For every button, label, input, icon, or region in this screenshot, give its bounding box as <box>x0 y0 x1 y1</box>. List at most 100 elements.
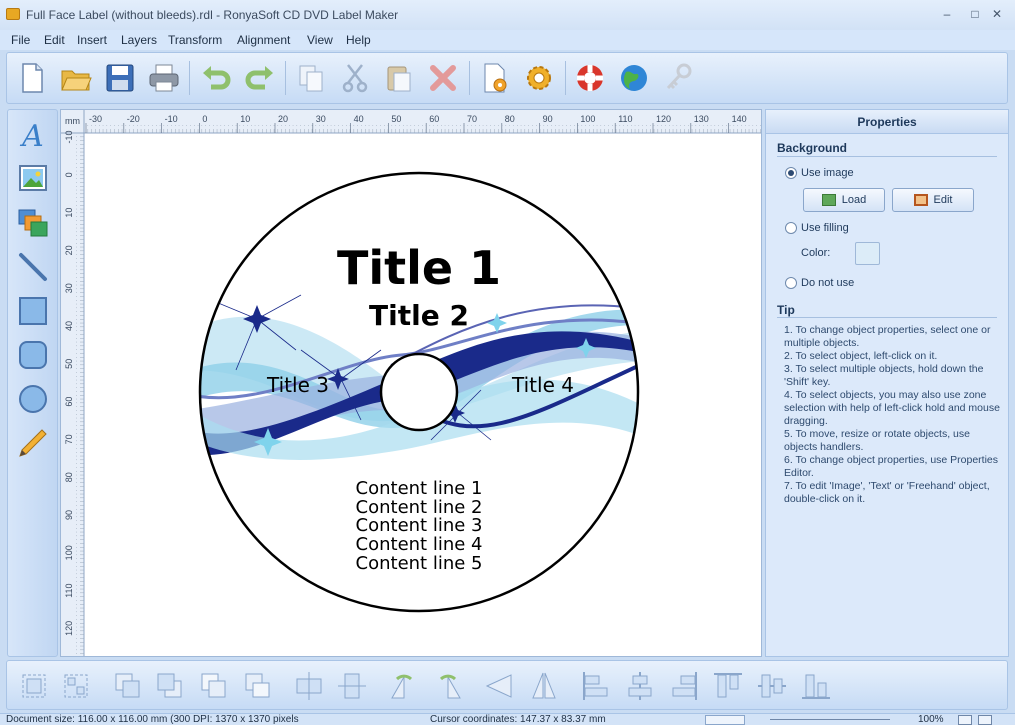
ruler-tick-label: 10 <box>240 114 250 124</box>
bring-forward-icon[interactable] <box>197 669 231 703</box>
menu-bar: File Edit Insert Layers Transform Alignm… <box>0 30 1015 50</box>
ruler-tick-label: 60 <box>64 397 74 407</box>
copy-icon[interactable] <box>294 61 328 95</box>
page-settings-icon[interactable] <box>478 61 512 95</box>
label-title-3[interactable]: Title 3 <box>266 373 329 397</box>
ellipse-tool-icon[interactable] <box>16 382 50 416</box>
crop-icon <box>913 194 928 207</box>
load-button[interactable]: Load <box>803 188 885 212</box>
app-window: Full Face Label (without bleeds).rdl - R… <box>0 0 1015 725</box>
menu-edit[interactable]: Edit <box>44 33 65 47</box>
ruler-tick-label: 100 <box>580 114 595 124</box>
send-to-back-icon[interactable] <box>153 669 187 703</box>
line-tool-icon[interactable] <box>16 250 50 284</box>
menu-file[interactable]: File <box>11 33 30 47</box>
align-top-icon[interactable] <box>711 669 745 703</box>
delete-icon[interactable] <box>426 61 460 95</box>
main-toolbar <box>6 52 1008 104</box>
design-canvas[interactable]: mm -30 -20 -10 0 10 20 30 40 50 60 70 80 90 100 110 120… <box>60 109 762 657</box>
use-image-radio[interactable] <box>785 167 797 179</box>
freehand-pencil-icon[interactable] <box>16 426 50 460</box>
ruler-tick-label: 90 <box>543 114 553 124</box>
use-filling-label: Use filling <box>801 222 849 234</box>
window-title: Full Face Label (without bleeds).rdl - R… <box>26 8 399 22</box>
do-not-use-label: Do not use <box>801 277 855 289</box>
menu-view[interactable]: View <box>307 33 333 47</box>
content-line: Content line 3 <box>356 515 483 536</box>
label-content-block[interactable]: Content line 1 Content line 2 Content li… <box>356 478 483 574</box>
content-line: Content line 1 <box>356 478 483 499</box>
ruler-unit: mm <box>65 116 80 126</box>
rotate-left-icon[interactable] <box>387 669 421 703</box>
cut-icon[interactable] <box>338 61 372 95</box>
website-globe-icon[interactable] <box>617 61 651 95</box>
ruler-tick-label: 0 <box>64 172 74 177</box>
align-bottom-icon[interactable] <box>799 669 833 703</box>
zoom-slider[interactable] <box>770 719 890 720</box>
print-icon[interactable] <box>147 61 181 95</box>
menu-layers[interactable]: Layers <box>121 33 157 47</box>
ungroup-icon[interactable] <box>59 669 93 703</box>
center-horizontally-icon[interactable] <box>292 669 326 703</box>
ruler-tick-label: 30 <box>64 283 74 293</box>
align-middle-icon[interactable] <box>755 669 789 703</box>
image-tool-icon[interactable] <box>16 162 50 196</box>
label-title-2[interactable]: Title 2 <box>369 299 469 332</box>
rotate-right-icon[interactable] <box>431 669 465 703</box>
align-center-icon[interactable] <box>623 669 657 703</box>
align-left-icon[interactable] <box>579 669 613 703</box>
flip-horizontal-icon[interactable] <box>483 669 517 703</box>
menu-help[interactable]: Help <box>346 33 371 47</box>
options-gear-icon[interactable] <box>522 61 556 95</box>
ruler-tick-label: 130 <box>694 114 709 124</box>
ruler-tick-label: 40 <box>354 114 364 124</box>
rectangle-tool-icon[interactable] <box>16 294 50 328</box>
tip-text: 1. To change object properties, select o… <box>784 324 1000 506</box>
bring-to-front-icon[interactable] <box>111 669 145 703</box>
redo-icon[interactable] <box>243 61 277 95</box>
flip-vertical-icon[interactable] <box>527 669 561 703</box>
undo-icon[interactable] <box>199 61 233 95</box>
ruler-tick-label: 50 <box>391 114 401 124</box>
save-icon[interactable] <box>103 61 137 95</box>
group-icon[interactable] <box>17 669 51 703</box>
properties-header: Properties <box>766 110 1008 134</box>
zoom-fit-icon[interactable] <box>958 715 972 725</box>
menu-alignment[interactable]: Alignment <box>237 33 290 47</box>
tip-line: 4. To select objects, you may also use z… <box>784 389 1000 427</box>
text-tool-icon[interactable]: A <box>16 118 50 154</box>
color-swatch[interactable] <box>855 242 880 265</box>
tip-line: 3. To select multiple objects, hold down… <box>784 363 984 388</box>
ruler-tick-label: 140 <box>732 114 747 124</box>
label-title-4[interactable]: Title 4 <box>511 373 574 397</box>
use-filling-radio[interactable] <box>785 222 797 234</box>
ruler-tick-label: 20 <box>64 245 74 255</box>
label-workspace[interactable]: mm -30 -20 -10 0 10 20 30 40 50 60 70 80 90 100 110 120… <box>61 110 762 657</box>
close-button[interactable]: ✕ <box>988 6 1006 22</box>
new-document-icon[interactable] <box>15 61 49 95</box>
paste-icon[interactable] <box>382 61 416 95</box>
register-key-icon[interactable] <box>661 61 695 95</box>
maximize-button[interactable]: □ <box>966 6 984 22</box>
load-image-icon <box>821 194 836 207</box>
align-right-icon[interactable] <box>667 669 701 703</box>
open-folder-icon[interactable] <box>59 61 93 95</box>
tip-line: 5. To move, resize or rotate objects, us… <box>784 428 970 453</box>
zoom-actual-icon[interactable] <box>978 715 992 725</box>
edit-button[interactable]: Edit <box>892 188 974 212</box>
clipart-tool-icon[interactable] <box>16 206 50 240</box>
label-title-1[interactable]: Title 1 <box>337 241 501 295</box>
ruler-tick-label: 60 <box>429 114 439 124</box>
menu-insert[interactable]: Insert <box>77 33 107 47</box>
center-vertically-icon[interactable] <box>335 669 369 703</box>
do-not-use-radio[interactable] <box>785 277 797 289</box>
ruler-tick-label: 50 <box>64 359 74 369</box>
ruler-tick-label: 30 <box>316 114 326 124</box>
help-lifebuoy-icon[interactable] <box>573 61 607 95</box>
tip-line: 1. To change object properties, select o… <box>784 324 991 349</box>
rounded-rectangle-tool-icon[interactable] <box>16 338 50 372</box>
view-mode-icons[interactable] <box>705 715 745 725</box>
menu-transform[interactable]: Transform <box>168 33 222 47</box>
minimize-button[interactable]: – <box>938 6 956 22</box>
send-backward-icon[interactable] <box>241 669 275 703</box>
